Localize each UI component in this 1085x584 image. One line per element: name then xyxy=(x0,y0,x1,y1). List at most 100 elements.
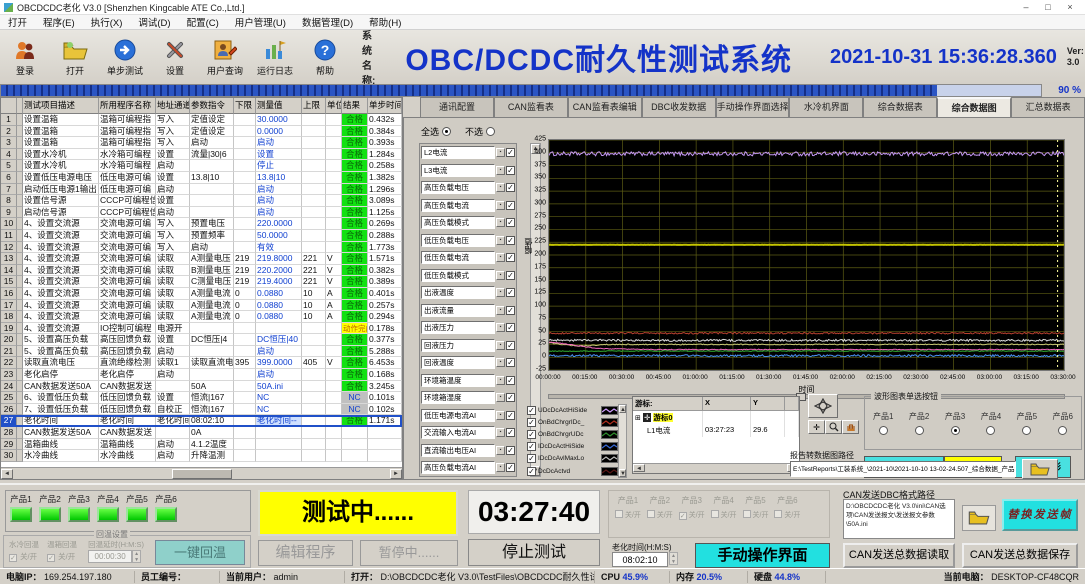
signal-item[interactable]: 出液流量▪✓ xyxy=(420,302,516,320)
单步测试-toolbar-button[interactable]: 单步测试 xyxy=(100,30,150,84)
signal-order-button[interactable]: ▪ xyxy=(496,288,505,297)
scroll-right-icon[interactable]: ► xyxy=(390,469,402,479)
tab-CAN监看表[interactable]: CAN监看表 xyxy=(494,97,568,117)
wave-option-产品3[interactable]: 产品3 xyxy=(945,411,965,435)
menu-item[interactable]: 用户管理(U) xyxy=(227,15,294,29)
menu-item[interactable]: 数据管理(D) xyxy=(294,15,361,29)
table-row[interactable]: 24CAN数据发送50ACAN数据发送50A50A.ini合格3.245s xyxy=(1,381,402,393)
product-toggle-产品4[interactable]: 产品4 关/开 xyxy=(711,495,737,533)
browse-report-folder-icon[interactable] xyxy=(1022,459,1058,479)
legend-checkbox[interactable]: ✓ xyxy=(527,430,536,439)
signal-checkbox[interactable]: ✓ xyxy=(506,411,515,420)
aging-time-spinner[interactable]: ▲▼ xyxy=(669,552,678,565)
signal-order-button[interactable]: ▪ xyxy=(496,148,505,157)
table-row[interactable]: 3设置温箱温箱可编程指写入启动启动合格0.393s xyxy=(1,137,402,149)
legend-scroll-down-icon[interactable]: ▼ xyxy=(619,469,626,477)
signal-item[interactable]: 高压负载电压▪✓ xyxy=(420,179,516,197)
minimize-button[interactable]: – xyxy=(1015,1,1037,14)
table-row[interactable]: 174、设置交流源交流电源可编读取A测量电流00.088010A合格0.257s xyxy=(1,300,402,312)
signal-item[interactable]: 高压负载模式▪✓ xyxy=(420,214,516,232)
signal-checkbox[interactable]: ✓ xyxy=(506,446,515,455)
signal-checkbox[interactable]: ✓ xyxy=(506,428,515,437)
table-row[interactable]: 22读取直流电压直流绝缘检测读取1读取直流电395399.0000405V合格6… xyxy=(1,357,402,369)
wave-option-产品1[interactable]: 产品1 xyxy=(873,411,893,435)
wave-option-产品5[interactable]: 产品5 xyxy=(1017,411,1037,435)
signal-order-button[interactable]: ▪ xyxy=(496,323,505,332)
hand-tool-icon[interactable] xyxy=(842,420,859,434)
product-toggle-产品6[interactable]: 产品6 关/开 xyxy=(774,495,800,533)
signal-item[interactable]: 低压负载电压▪✓ xyxy=(420,232,516,250)
manual-operation-button[interactable]: 手动操作界面 xyxy=(695,543,830,568)
signal-order-button[interactable]: ▪ xyxy=(496,271,505,280)
wave-option-产品2[interactable]: 产品2 xyxy=(909,411,929,435)
cursor-group-label[interactable]: 游标0 xyxy=(653,413,672,422)
tab-通讯配置[interactable]: 通讯配置 xyxy=(420,97,494,117)
legend-item[interactable]: ✓UDcDcActHiSide xyxy=(526,404,618,416)
replace-send-frame-button[interactable]: 替换发送帧 xyxy=(1002,499,1078,531)
tab-手动操作界面选择[interactable]: 手动操作界面选择 xyxy=(716,97,790,117)
signal-checkbox[interactable]: ✓ xyxy=(506,323,515,332)
scroll-thumb[interactable] xyxy=(172,469,232,479)
can-total-save-button[interactable]: CAN发送总数据保存 xyxy=(962,543,1078,568)
wave-option-radio[interactable] xyxy=(951,426,960,435)
signal-item[interactable]: 回液压力▪✓ xyxy=(420,337,516,355)
signal-item[interactable]: L2电流▪✓ xyxy=(420,144,516,162)
product-toggle-产品5[interactable]: 产品5 关/开 xyxy=(743,495,769,533)
table-row[interactable]: 164、设置交流源交流电源可编读取A测量电流00.088010A合格0.401s xyxy=(1,288,402,300)
table-row[interactable]: 215、设置高压负载高压回馈负载启动启动合格5.288s xyxy=(1,346,402,358)
crosshair-tool-icon[interactable]: ✛ xyxy=(808,420,825,434)
legend-checkbox[interactable]: ✓ xyxy=(527,454,536,463)
product-toggle-checkbox[interactable] xyxy=(774,510,782,518)
table-row[interactable]: 23老化启停老化启停启动启动合格0.168s xyxy=(1,369,402,381)
legend-item[interactable]: ✓OnBdChrgrUDc xyxy=(526,428,618,440)
signal-checkbox[interactable]: ✓ xyxy=(506,358,515,367)
signal-item[interactable]: 交流输入电流AI▪✓ xyxy=(420,424,516,442)
signal-order-button[interactable]: ▪ xyxy=(496,358,505,367)
tab-CAN监看表编辑[interactable]: CAN监看表编辑 xyxy=(568,97,642,117)
signal-item[interactable]: L3电流▪✓ xyxy=(420,162,516,180)
wave-option-radio[interactable] xyxy=(986,426,995,435)
maximize-button[interactable]: □ xyxy=(1037,1,1059,14)
table-row[interactable]: 154、设置交流源交流电源可编读取C测量电压219219.4000221V合格0… xyxy=(1,276,402,288)
table-hscrollbar[interactable]: ◄ ► xyxy=(1,467,402,479)
signal-order-button[interactable]: ▪ xyxy=(496,341,505,350)
menu-item[interactable]: 配置(C) xyxy=(179,15,227,29)
signal-checkbox[interactable]: ✓ xyxy=(506,201,515,210)
menu-item[interactable]: 执行(X) xyxy=(83,15,131,29)
product-toggle-checkbox[interactable] xyxy=(615,510,623,518)
table-row[interactable]: 114、设置交流源交流电源可编写入预置频率50.0000合格0.288s xyxy=(1,230,402,242)
table-row[interactable]: 5设置水冷机水冷箱可编程启动停止合格0.258s xyxy=(1,160,402,172)
signal-order-button[interactable]: ▪ xyxy=(496,253,505,262)
signal-checkbox[interactable]: ✓ xyxy=(506,463,515,472)
tab-综合数据表[interactable]: 综合数据表 xyxy=(863,97,937,117)
table-row[interactable]: 134、设置交流源交流电源可编读取A测量电压219219.8000221V合格1… xyxy=(1,253,402,265)
legend-checkbox[interactable]: ✓ xyxy=(527,467,536,476)
signal-order-button[interactable]: ▪ xyxy=(496,306,505,315)
table-row[interactable]: 144、设置交流源交流电源可编读取B测量电压219220.2000221V合格0… xyxy=(1,265,402,277)
product-toggle-checkbox[interactable] xyxy=(647,510,655,518)
product-toggle-checkbox[interactable]: ✓ xyxy=(679,512,687,520)
table-row[interactable]: 4设置水冷机水冷箱可编程设置流量|30|6设置合格1.284s xyxy=(1,149,402,161)
signal-item[interactable]: 环境箱温度▪✓ xyxy=(420,372,516,390)
cursor-scroll-left-icon[interactable]: ◄ xyxy=(633,464,645,472)
signal-item[interactable]: 低压负载电流▪✓ xyxy=(420,249,516,267)
signal-item[interactable]: 低压电源电流AI▪✓ xyxy=(420,407,516,425)
signal-order-button[interactable]: ▪ xyxy=(496,376,505,385)
legend-item[interactable]: ✓DcDcActvd xyxy=(526,465,618,477)
signal-order-button[interactable]: ▪ xyxy=(496,393,505,402)
water-rewarm-checkbox[interactable]: ✓ xyxy=(9,554,17,562)
browse-dbc-folder-icon[interactable] xyxy=(962,505,996,531)
rewarm-delay-spinner[interactable]: ▲▼ xyxy=(132,550,141,563)
can-total-read-button[interactable]: CAN发送总数据读取 xyxy=(843,543,955,568)
wave-option-产品6[interactable]: 产品6 xyxy=(1053,411,1073,435)
signal-item[interactable]: 直流输出电压AI▪✓ xyxy=(420,442,516,460)
signal-item[interactable]: 高压负载电流▪✓ xyxy=(420,197,516,215)
table-row[interactable]: 1设置温箱温箱可编程指写入定值设定30.0000合格0.432s xyxy=(1,114,402,126)
signal-item[interactable]: 出液压力▪✓ xyxy=(420,319,516,337)
select-none-option[interactable]: 不选 xyxy=(465,125,495,138)
can-dbc-path-field[interactable]: D:\OBCDCDC老化 V3.0\ini\CAN选项\CAN发送报文\发送报文… xyxy=(843,499,955,539)
signal-item[interactable]: 环境箱湿度▪✓ xyxy=(420,389,516,407)
signal-order-button[interactable]: ▪ xyxy=(496,428,505,437)
signal-checkbox[interactable]: ✓ xyxy=(506,271,515,280)
signal-checkbox[interactable]: ✓ xyxy=(506,376,515,385)
